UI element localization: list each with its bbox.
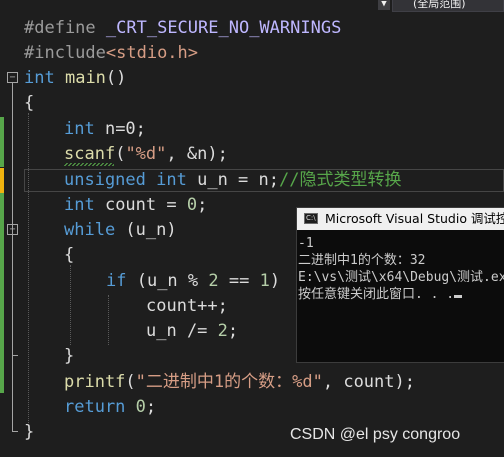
- code-line-13: u_n /= 2;: [146, 321, 239, 341]
- navigation-bar: ▼ (全局范围): [0, 0, 504, 12]
- code-line-11: if (u_n % 2 == 1): [106, 271, 281, 291]
- fold-range-end: [12, 355, 18, 356]
- code-line-12: count++;: [146, 296, 228, 316]
- collapse-main-icon[interactable]: −: [7, 72, 18, 83]
- watermark: CSDN @el psy congroo: [290, 426, 461, 443]
- console-output-line: 二进制中1的个数：32: [298, 253, 426, 268]
- fold-range-end: [12, 431, 18, 432]
- warning-squiggle: [64, 163, 114, 166]
- code-line-5: int n=0;: [64, 119, 146, 139]
- console-output-line: E:\vs\测试\x64\Debug\测试.exe: [298, 270, 504, 285]
- indent-guide: [28, 113, 29, 423]
- text-cursor: [454, 295, 463, 298]
- code-line-7: unsigned int u_n = n;//隐式类型转换: [64, 170, 402, 190]
- code-line-14: }: [64, 346, 75, 366]
- chevron-down-icon[interactable]: ▼: [378, 0, 390, 10]
- code-line-16: return 0;: [64, 397, 157, 417]
- code-line-17: }: [24, 422, 35, 442]
- change-indicator-saved: [0, 193, 4, 393]
- code-line-8: int count = 0;: [64, 195, 208, 215]
- code-line-9: while (u_n): [64, 220, 177, 240]
- collapse-while-icon[interactable]: −: [7, 224, 18, 235]
- code-line-1: #define _CRT_SECURE_NO_WARNINGS: [24, 18, 342, 38]
- scope-dropdown[interactable]: (全局范围): [392, 0, 504, 12]
- console-app-icon: C:\: [304, 213, 318, 224]
- console-title: Microsoft Visual Studio 调试控制台: [325, 211, 504, 226]
- change-indicator-unsaved: [0, 168, 4, 193]
- fold-range-line: [12, 83, 13, 431]
- console-title-bar[interactable]: C:\ Microsoft Visual Studio 调试控制台: [297, 208, 504, 230]
- code-line-4: {: [24, 93, 35, 113]
- code-line-10: {: [64, 245, 75, 265]
- code-line-15: printf("二进制中1的个数：%d", count);: [64, 372, 415, 392]
- change-indicator-saved: [0, 117, 4, 167]
- code-line-2: #include<stdio.h>: [24, 43, 199, 63]
- console-output-line: 按任意键关闭此窗口. . .: [298, 286, 463, 303]
- indent-guide: [108, 295, 109, 345]
- debug-console-window[interactable]: C:\ Microsoft Visual Studio 调试控制台 -1 二进制…: [296, 207, 504, 363]
- code-line-3: int main(): [24, 68, 127, 88]
- indent-guide: [70, 265, 71, 345]
- console-output-line: -1: [298, 236, 314, 251]
